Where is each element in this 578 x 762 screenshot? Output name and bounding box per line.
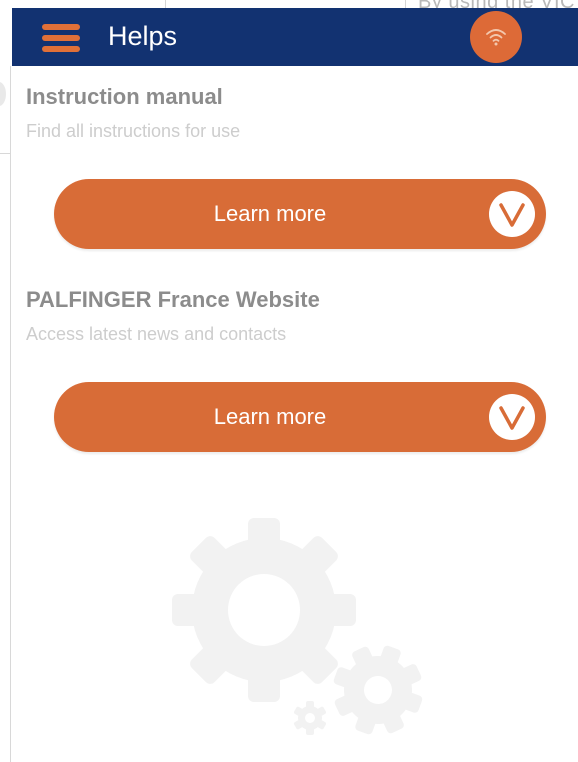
wifi-button[interactable] — [470, 11, 522, 63]
underlay-divider — [0, 153, 10, 154]
section-title-instruction-manual: Instruction manual — [26, 84, 223, 109]
wifi-icon — [486, 29, 506, 46]
app-header: Helps — [12, 8, 578, 66]
learn-more-label: Learn more — [213, 404, 327, 429]
chevron-down-circle-icon — [489, 394, 535, 440]
page-title: Helps — [108, 21, 178, 51]
section-title-website: PALFINGER France Website — [26, 287, 320, 312]
section-subtitle-website: Access latest news and contacts — [26, 324, 287, 344]
hamburger-menu-icon[interactable] — [42, 24, 80, 52]
underlay-divider — [165, 0, 166, 8]
learn-more-button-website[interactable]: Learn more — [54, 382, 546, 452]
section-subtitle-instruction-manual: Find all instructions for use — [26, 121, 241, 141]
learn-more-label: Learn more — [213, 201, 327, 226]
underlay-shape — [0, 82, 6, 106]
help-screen: By using the VIC Helps Instruction manua… — [0, 0, 578, 762]
panel-left-border — [10, 66, 11, 762]
chevron-down-circle-icon — [489, 191, 535, 237]
underlay-divider — [405, 0, 406, 8]
learn-more-button-instruction-manual[interactable]: Learn more — [54, 179, 546, 249]
gears-icon — [172, 518, 436, 748]
